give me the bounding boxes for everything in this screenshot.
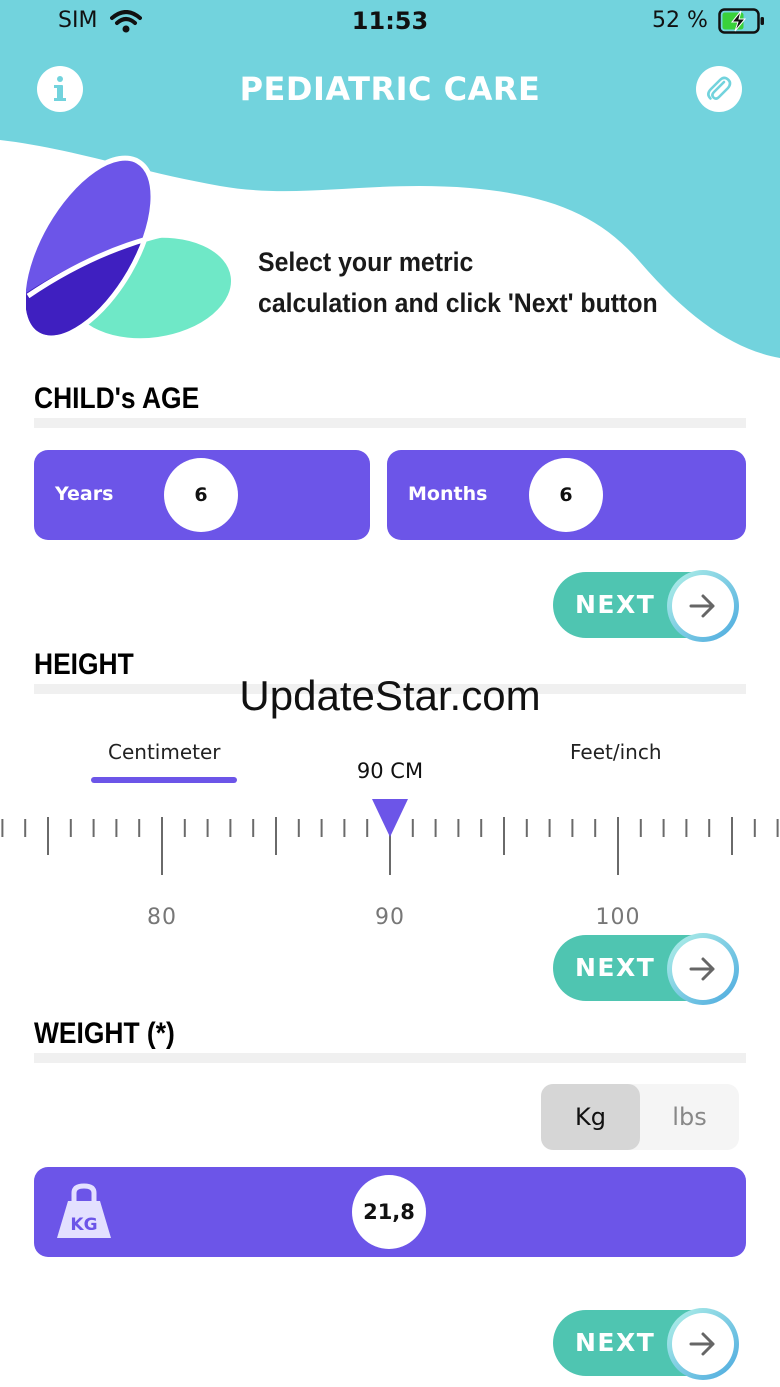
years-picker[interactable]: Years 6 bbox=[34, 450, 370, 540]
arrow-right-icon bbox=[689, 957, 715, 981]
height-next-button[interactable]: NEXT bbox=[553, 933, 743, 1005]
weight-next-button[interactable]: NEXT bbox=[553, 1308, 743, 1380]
intro-line-1: Select your metric bbox=[258, 247, 474, 277]
kettlebell-kg-icon: KG bbox=[57, 1183, 111, 1238]
weight-slider[interactable]: KG 21,8 bbox=[34, 1167, 746, 1257]
ruler-label-90: 90 bbox=[375, 905, 405, 930]
app-title: PEDIATRIC CARE bbox=[239, 70, 541, 108]
next-label: NEXT bbox=[575, 1328, 656, 1357]
battery-charging-icon bbox=[718, 8, 764, 34]
weight-section-title: WEIGHT (*) bbox=[34, 1017, 175, 1050]
ruler-label-80: 80 bbox=[147, 905, 177, 930]
next-label: NEXT bbox=[575, 953, 656, 982]
watermark-text: UpdateStar.com bbox=[239, 672, 541, 719]
kg-icon-text: KG bbox=[70, 1215, 97, 1235]
arrow-right-icon bbox=[689, 594, 715, 618]
months-picker[interactable]: Months 6 bbox=[387, 450, 746, 540]
arrow-right-icon bbox=[689, 1332, 715, 1356]
battery-percentage: 52 % bbox=[652, 8, 708, 33]
age-section-title: CHILD's AGE bbox=[34, 382, 200, 415]
next-arrow-ring bbox=[667, 1308, 739, 1380]
age-section-divider bbox=[34, 418, 746, 428]
status-bar: SIM 11:53 52 % bbox=[0, 0, 780, 44]
years-label: Years bbox=[55, 483, 114, 505]
unit-lbs-option[interactable]: lbs bbox=[640, 1084, 739, 1150]
height-readout: 90 CM bbox=[356, 759, 424, 783]
next-arrow-ring bbox=[667, 933, 739, 1005]
ruler-indicator-triangle[interactable] bbox=[372, 799, 408, 837]
age-next-button[interactable]: NEXT bbox=[553, 570, 743, 642]
paperclip-icon bbox=[707, 76, 732, 100]
next-label: NEXT bbox=[575, 590, 656, 619]
weight-section-divider bbox=[34, 1053, 746, 1063]
ruler-label-100: 100 bbox=[595, 905, 641, 930]
intro-text: Select your metric calculation and click… bbox=[258, 242, 681, 324]
unit-kg-option[interactable]: Kg bbox=[541, 1084, 640, 1150]
years-value[interactable]: 6 bbox=[164, 458, 238, 532]
weight-unit-toggle[interactable]: Kg lbs bbox=[541, 1084, 739, 1150]
next-arrow-ring bbox=[667, 570, 739, 642]
app-logo bbox=[26, 155, 236, 348]
weight-value[interactable]: 21,8 bbox=[352, 1175, 426, 1249]
months-label: Months bbox=[408, 483, 488, 505]
months-value[interactable]: 6 bbox=[529, 458, 603, 532]
attachment-button[interactable] bbox=[696, 66, 742, 112]
intro-line-2: calculation and click 'Next' button bbox=[258, 288, 658, 318]
